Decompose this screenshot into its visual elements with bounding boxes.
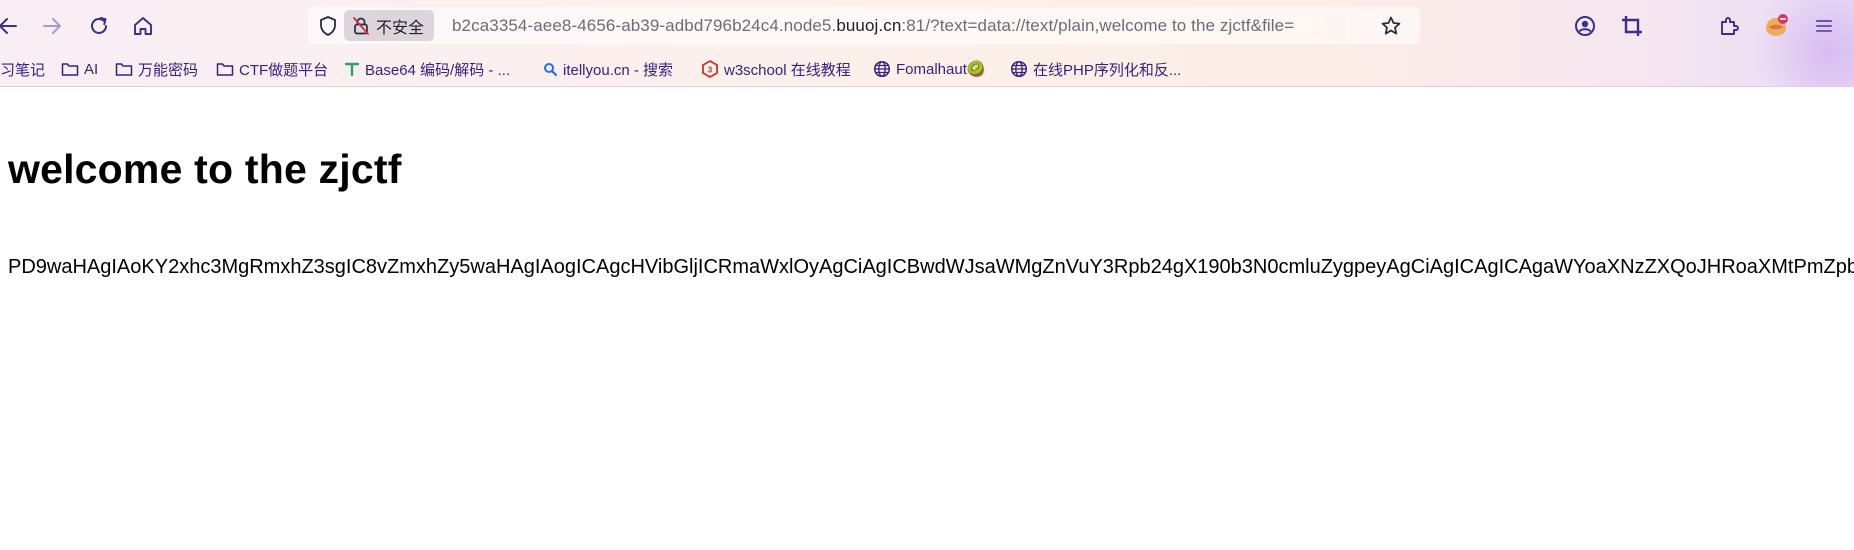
page-heading: welcome to the zjctf bbox=[8, 146, 402, 192]
arrow-right-icon bbox=[43, 18, 61, 34]
crop-icon bbox=[1622, 16, 1642, 36]
screenshot-button[interactable] bbox=[1618, 12, 1646, 40]
bookmark-folder[interactable]: 万能密码 bbox=[115, 56, 198, 82]
browser-toolbar: 不安全 b2ca3354-aee8-4656-ab39-adbd796b24c4… bbox=[0, 0, 1854, 87]
address-bar[interactable]: 不安全 b2ca3354-aee8-4656-ab39-adbd796b24c4… bbox=[308, 7, 1420, 44]
reload-button[interactable] bbox=[83, 10, 115, 42]
puzzle-icon bbox=[1721, 17, 1739, 35]
bookmark-label: CTF做题平台 bbox=[239, 61, 329, 79]
shield-icon[interactable] bbox=[318, 15, 338, 37]
search-icon bbox=[544, 62, 558, 76]
bookmark-label: Fomalhaut🥝 bbox=[896, 61, 986, 78]
home-icon bbox=[134, 17, 152, 35]
menu-button[interactable] bbox=[1810, 12, 1838, 40]
bookmark-item[interactable]: Fomalhaut🥝 bbox=[873, 56, 986, 82]
bookmark-folder[interactable]: AI bbox=[61, 56, 98, 82]
w3-logo-icon: 3 bbox=[702, 60, 718, 78]
url-fade bbox=[1308, 11, 1346, 40]
insecure-lock-icon bbox=[353, 16, 369, 35]
globe-icon bbox=[873, 60, 891, 78]
bookmark-label: 习笔记 bbox=[0, 61, 46, 79]
url-prefix: b2ca3354-aee8-4656-ab39-adbd796b24c4.nod… bbox=[452, 16, 837, 35]
url-domain: buuoj.cn bbox=[836, 16, 902, 35]
bookmark-item[interactable]: itellyou.cn - 搜索 bbox=[543, 56, 673, 82]
security-label: 不安全 bbox=[376, 19, 425, 37]
account-button[interactable] bbox=[1571, 12, 1599, 40]
bookmark-item[interactable]: Base64 编码/解码 - ... bbox=[344, 56, 510, 82]
profile-extension-button[interactable] bbox=[1762, 12, 1790, 40]
bookmark-star-icon[interactable] bbox=[1380, 15, 1402, 37]
forward-button[interactable] bbox=[36, 10, 68, 42]
folder-icon bbox=[115, 63, 133, 76]
bookmark-item[interactable]: 习笔记 bbox=[0, 56, 45, 82]
globe-icon bbox=[1010, 60, 1028, 78]
bookmark-item[interactable]: 在线PHP序列化和反... bbox=[1010, 56, 1181, 82]
reload-icon bbox=[91, 17, 107, 34]
bookmark-item[interactable]: 3 w3school 在线教程 bbox=[701, 56, 851, 82]
extension-avatar-icon bbox=[1766, 14, 1788, 36]
bookmark-label: 万能密码 bbox=[138, 61, 199, 79]
bookmark-label: Base64 编码/解码 - ... bbox=[365, 61, 511, 79]
svg-text:3: 3 bbox=[708, 66, 713, 75]
encoded-output-text: PD9waHAgIAoKY2xhc3MgRmxhZ3sgIC8vZmxhZy5w… bbox=[8, 256, 1854, 278]
bookmark-folder[interactable]: CTF做题平台 bbox=[216, 56, 328, 82]
t-logo-icon bbox=[344, 62, 360, 77]
insecure-connection-indicator[interactable]: 不安全 bbox=[344, 10, 435, 41]
extensions-button[interactable] bbox=[1715, 12, 1743, 40]
bookmarks-bar: 习笔记 AI 万能密码 CTF做题平台 Base64 编码/解码 - ... i… bbox=[0, 56, 1854, 82]
url-suffix: :81/?text=data://text/plain,welcome to t… bbox=[901, 16, 1295, 35]
home-button[interactable] bbox=[127, 10, 159, 42]
folder-icon bbox=[61, 63, 79, 76]
account-icon bbox=[1575, 16, 1595, 36]
back-button[interactable] bbox=[0, 10, 24, 42]
hamburger-menu-icon bbox=[1816, 20, 1832, 32]
bookmark-label: w3school 在线教程 bbox=[724, 61, 851, 79]
folder-icon bbox=[216, 63, 234, 76]
bookmark-label: AI bbox=[84, 60, 99, 78]
bookmark-label: 在线PHP序列化和反... bbox=[1033, 61, 1182, 79]
bookmark-label: itellyou.cn - 搜索 bbox=[563, 61, 674, 79]
arrow-left-icon bbox=[0, 18, 17, 34]
url-text[interactable]: b2ca3354-aee8-4656-ab39-adbd796b24c4.nod… bbox=[452, 16, 1344, 36]
